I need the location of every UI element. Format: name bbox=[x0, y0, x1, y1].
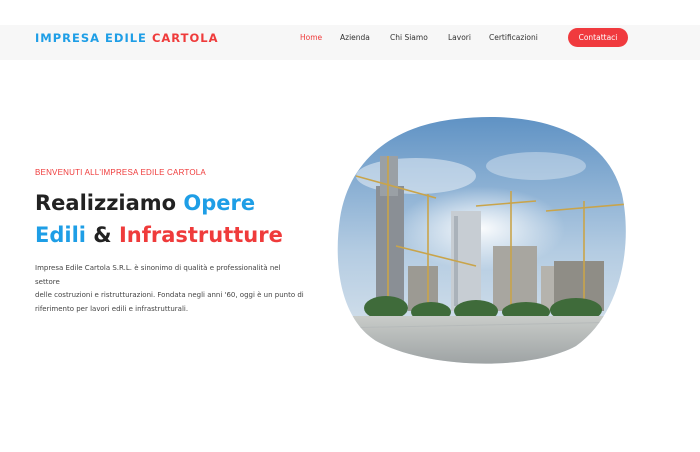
logo-text-accent: CARTOLA bbox=[151, 31, 219, 45]
description-line: delle costruzioni e ristrutturazioni. Fo… bbox=[35, 291, 304, 299]
headline-word-highlight: Edili bbox=[35, 223, 86, 247]
headline-word-highlight: Opere bbox=[183, 191, 256, 215]
hero-description: Impresa Edile Cartola S.R.L. è sinonimo … bbox=[35, 262, 305, 316]
nav-item-home[interactable]: Home bbox=[300, 33, 322, 42]
nav-item-azienda[interactable]: Azienda bbox=[340, 33, 370, 42]
description-line: Impresa Edile Cartola S.R.L. è sinonimo … bbox=[35, 264, 281, 286]
headline-word: & bbox=[93, 223, 112, 247]
site-logo[interactable]: IMPRESA EDILE CARTOLA bbox=[35, 31, 218, 45]
nav-item-certificazioni[interactable]: Certificazioni bbox=[489, 33, 538, 42]
description-line: riferimento per lavori edili e infrastru… bbox=[35, 304, 189, 313]
hero-eyebrow: BENVENUTI ALL'IMPRESA EDILE CARTOLA bbox=[35, 168, 206, 177]
hero-headline: Realizziamo Opere Edili & Infrastrutture bbox=[35, 187, 325, 251]
headline-word-accent: Infrastrutture bbox=[118, 223, 283, 247]
nav-item-chi-siamo[interactable]: Chi Siamo bbox=[390, 33, 428, 42]
contact-button[interactable]: Contattaci bbox=[568, 28, 628, 47]
hero-construction-image bbox=[337, 117, 626, 364]
headline-word: Realizziamo bbox=[35, 191, 177, 215]
nav-item-lavori[interactable]: Lavori bbox=[448, 33, 471, 42]
logo-text-primary: IMPRESA EDILE bbox=[35, 31, 147, 45]
